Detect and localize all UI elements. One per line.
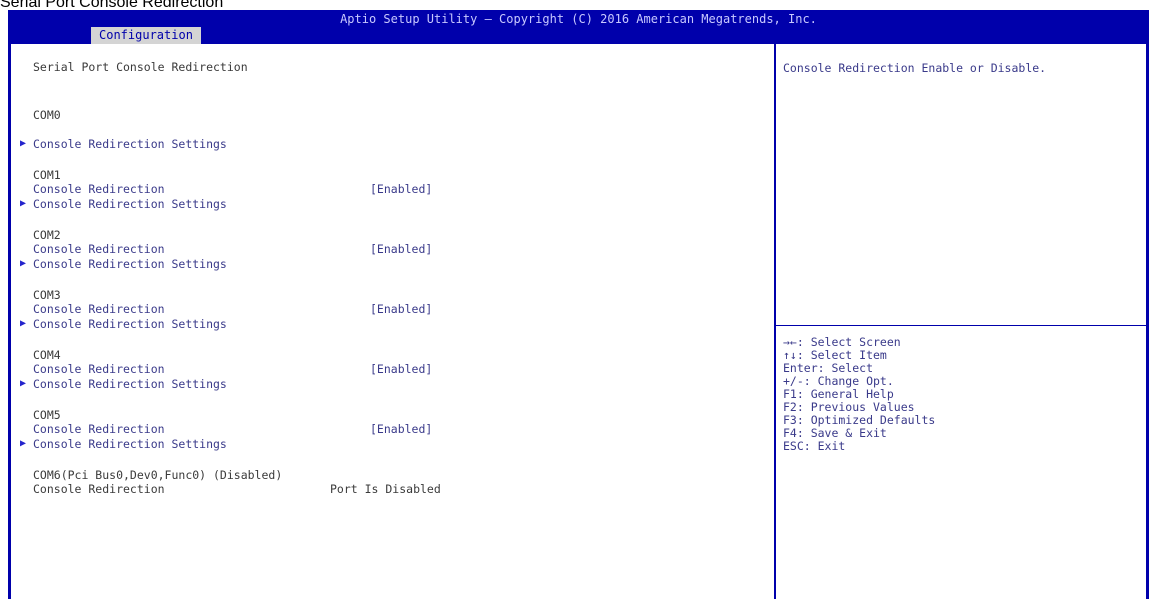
key-esc-exit: ESC: Exit — [783, 439, 846, 453]
console-redirection-value-com2[interactable]: [Enabled] — [370, 242, 432, 256]
bios-screen: Aptio Setup Utility – Copyright (C) 2016… — [8, 10, 1149, 599]
submenu-arrow-icon: ▶ — [20, 438, 27, 449]
console-redirection-settings-com4[interactable]: ▶ Console Redirection Settings — [20, 377, 227, 391]
submenu-label: Console Redirection Settings — [33, 137, 227, 151]
console-redirection-com6: Console Redirection — [33, 482, 165, 496]
console-redirection-value-com4[interactable]: [Enabled] — [370, 362, 432, 376]
console-redirection-value-com1[interactable]: [Enabled] — [370, 182, 432, 196]
title-text: Aptio Setup Utility – Copyright (C) 2016… — [340, 12, 817, 26]
console-redirection-com2[interactable]: Console Redirection — [33, 242, 165, 256]
console-redirection-settings-com5[interactable]: ▶ Console Redirection Settings — [20, 437, 227, 451]
com-group-label: COM4 — [33, 348, 61, 362]
console-redirection-com5[interactable]: Console Redirection — [33, 422, 165, 436]
submenu-arrow-icon: ▶ — [20, 138, 27, 149]
console-redirection-settings-com3[interactable]: ▶ Console Redirection Settings — [20, 317, 227, 331]
help-text: Console Redirection Enable or Disable. — [783, 61, 1047, 75]
help-divider — [776, 325, 1146, 326]
console-redirection-com0[interactable]: Console Redirection — [33, 122, 165, 136]
panel-divider — [774, 44, 776, 599]
console-redirection-value-com5[interactable]: [Enabled] — [370, 422, 432, 436]
tab-configuration[interactable]: Configuration — [91, 27, 201, 44]
com6-group-label: COM6(Pci Bus0,Dev0,Func0) (Disabled) — [33, 468, 283, 482]
submenu-arrow-icon: ▶ — [20, 198, 27, 209]
console-redirection-value-com3[interactable]: [Enabled] — [370, 302, 432, 316]
console-redirection-settings-com0[interactable]: ▶ Console Redirection Settings — [20, 137, 227, 151]
com-group-label: COM0 — [33, 108, 61, 122]
submenu-label: Console Redirection Settings — [33, 437, 227, 451]
console-redirection-settings-com2[interactable]: ▶ Console Redirection Settings — [20, 257, 227, 271]
key-legend: →←: Select Screen ↑↓: Select Item Enter:… — [783, 336, 935, 453]
console-redirection-com4[interactable]: Console Redirection — [33, 362, 165, 376]
submenu-label: Console Redirection Settings — [33, 377, 227, 391]
submenu-arrow-icon: ▶ — [20, 318, 27, 329]
submenu-arrow-icon: ▶ — [20, 378, 27, 389]
console-redirection-settings-com1[interactable]: ▶ Console Redirection Settings — [20, 197, 227, 211]
console-redirection-com1[interactable]: Console Redirection — [33, 182, 165, 196]
title-bar: Aptio Setup Utility – Copyright (C) 2016… — [8, 10, 1149, 44]
com-group-label: COM1 — [33, 168, 61, 182]
com-group-label: COM3 — [33, 288, 61, 302]
submenu-label: Console Redirection Settings — [33, 317, 227, 331]
section-heading: Serial Port Console Redirection — [33, 60, 248, 74]
submenu-label: Console Redirection Settings — [33, 197, 227, 211]
console-redirection-value-com0[interactable]: [Enabled] — [370, 122, 432, 136]
submenu-arrow-icon: ▶ — [20, 258, 27, 269]
console-redirection-value-com6: Port Is Disabled — [330, 482, 441, 496]
com-group-label: COM2 — [33, 228, 61, 242]
submenu-label: Console Redirection Settings — [33, 257, 227, 271]
console-redirection-com3[interactable]: Console Redirection — [33, 302, 165, 316]
com-group-label: COM5 — [33, 408, 61, 422]
frame-left-border — [8, 44, 11, 599]
